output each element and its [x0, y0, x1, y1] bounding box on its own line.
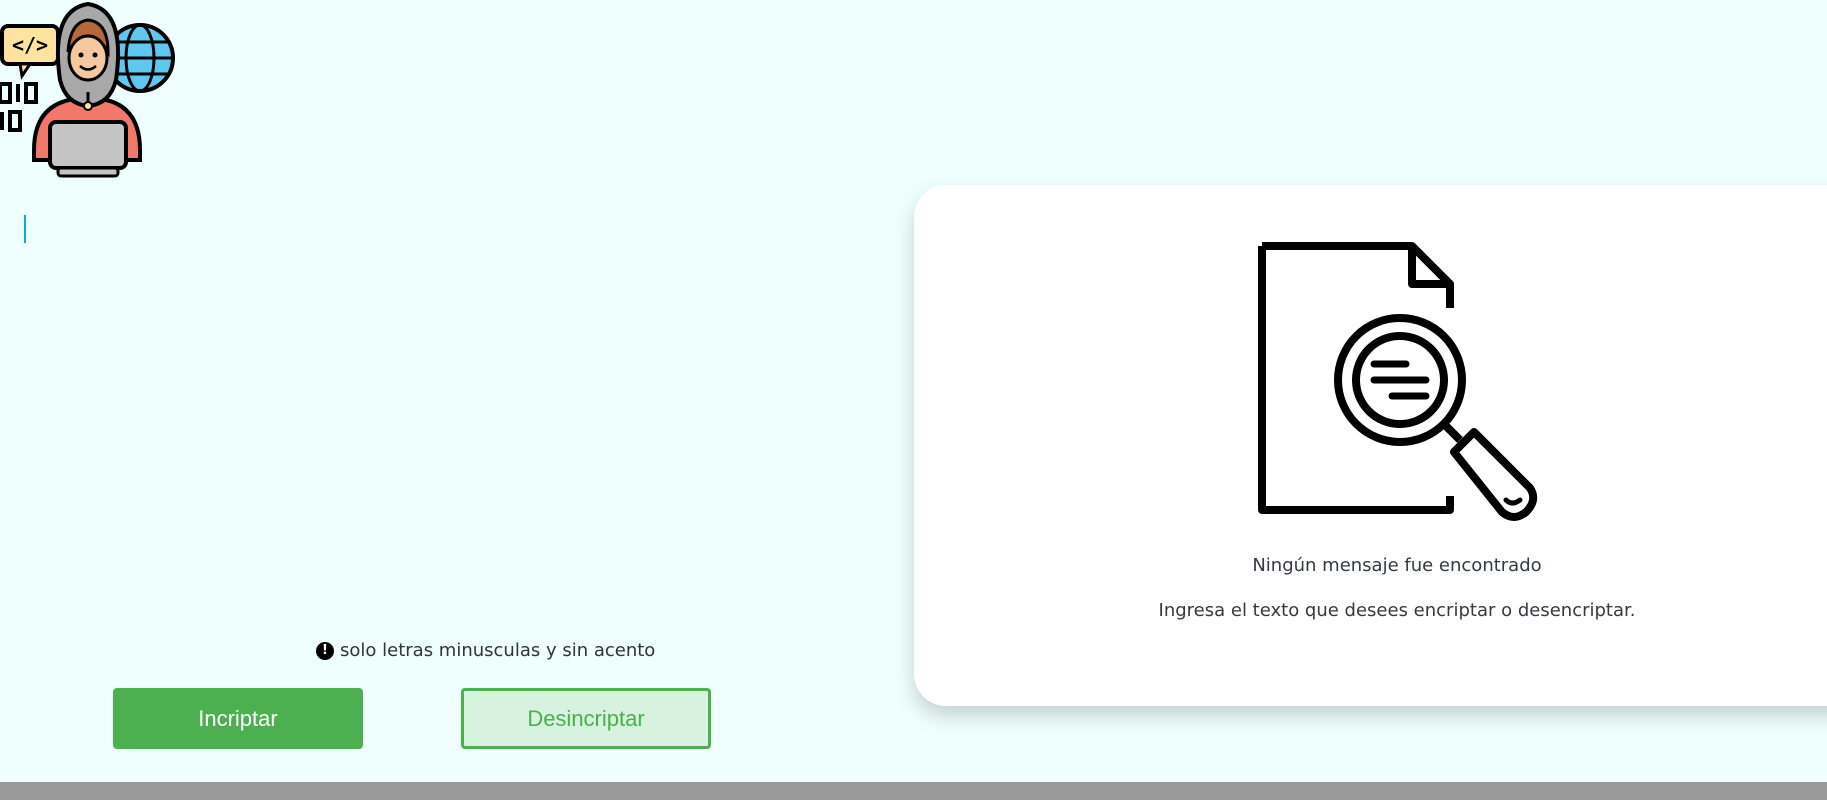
- empty-result-title: Ningún mensaje fue encontrado: [1252, 555, 1542, 576]
- encrypt-button[interactable]: Incriptar: [113, 688, 363, 749]
- footer: [0, 782, 1827, 800]
- hint-text: solo letras minusculas y sin acento: [340, 640, 656, 661]
- input-hint: ! solo letras minusculas y sin acento: [316, 640, 655, 661]
- exclamation-circle-icon: !: [316, 641, 334, 660]
- text-caret: [24, 215, 26, 243]
- svg-text:</>: </>: [12, 33, 48, 57]
- document-search-icon: [1250, 238, 1550, 528]
- hacker-developer-icon: </>: [0, 0, 180, 180]
- message-input[interactable]: [24, 204, 848, 608]
- empty-result-subtitle: Ingresa el texto que desees encriptar o …: [1158, 600, 1636, 621]
- decrypt-button[interactable]: Desincriptar: [461, 688, 711, 749]
- page: </> ! solo letras minusculas y sin acent…: [0, 0, 1827, 800]
